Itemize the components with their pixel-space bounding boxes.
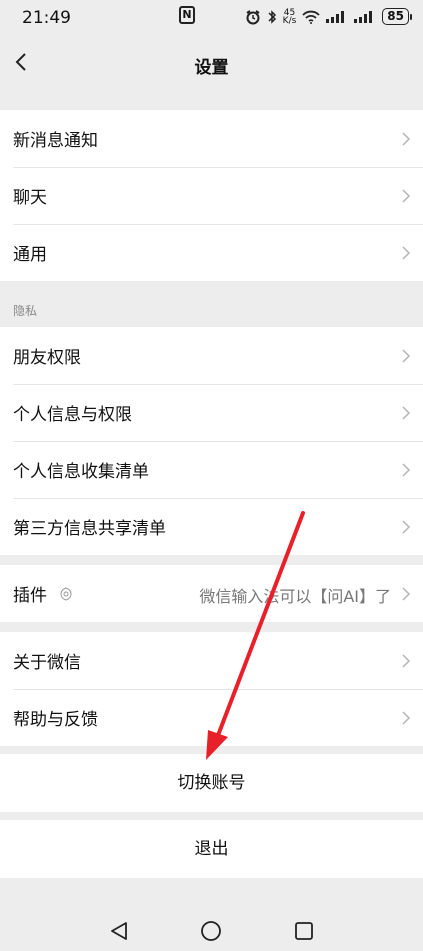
settings-item-about-wechat[interactable]: 关于微信 (0, 632, 423, 689)
chevron-right-icon (402, 463, 411, 477)
chevron-right-icon (402, 654, 411, 668)
chevron-right-icon (402, 189, 411, 203)
signal-icon (326, 10, 345, 23)
battery-icon: 85 (382, 8, 412, 25)
back-triangle-icon[interactable] (108, 920, 130, 942)
plugin-icon (60, 586, 72, 601)
logout-button[interactable]: 退出 (0, 820, 423, 878)
settings-item-label: 通用 (13, 245, 47, 265)
settings-item-general[interactable]: 通用 (0, 224, 423, 281)
recents-square-icon[interactable] (293, 920, 315, 942)
bluetooth-icon (268, 9, 276, 24)
settings-item-label: 朋友权限 (13, 348, 81, 368)
nav-bar: 设置 (0, 36, 423, 92)
page-title: 设置 (194, 58, 229, 78)
wifi-icon (302, 10, 320, 24)
net-speed: 45 K/s (282, 7, 297, 26)
system-nav-bar (0, 900, 423, 951)
settings-item-third-party-sharing[interactable]: 第三方信息共享清单 (0, 498, 423, 555)
settings-item-friends-permission[interactable]: 朋友权限 (0, 327, 423, 384)
settings-item-label: 聊天 (13, 188, 47, 208)
settings-item-personal-info-permission[interactable]: 个人信息与权限 (0, 384, 423, 441)
settings-item-notifications[interactable]: 新消息通知 (0, 110, 423, 167)
nfc-icon: N (179, 6, 195, 24)
settings-item-label: 第三方信息共享清单 (13, 519, 166, 539)
settings-item-label: 关于微信 (13, 653, 81, 673)
plugins-promo-text: 微信输入法可以【问AI】了 (199, 587, 391, 606)
settings-item-personal-info-collection[interactable]: 个人信息收集清单 (0, 441, 423, 498)
settings-item-help-feedback[interactable]: 帮助与反馈 (0, 689, 423, 746)
chevron-right-icon (402, 406, 411, 420)
chevron-right-icon (402, 520, 411, 534)
chevron-right-icon (402, 587, 411, 601)
switch-account-button[interactable]: 切换账号 (0, 754, 423, 812)
chevron-right-icon (402, 132, 411, 146)
settings-item-plugins[interactable]: 插件 微信输入法可以【问AI】了 (0, 565, 423, 622)
section-label-privacy: 隐私 (13, 304, 38, 318)
status-icons: 45 K/s 85 (245, 7, 412, 26)
chevron-right-icon (402, 246, 411, 260)
chevron-right-icon (402, 349, 411, 363)
home-circle-icon[interactable] (200, 920, 222, 942)
settings-group-plugins: 插件 微信输入法可以【问AI】了 (0, 565, 423, 622)
status-time: 21:49 (22, 8, 71, 28)
signal-icon-2 (354, 10, 373, 23)
alarm-icon (246, 9, 260, 24)
settings-item-label: 个人信息收集清单 (13, 462, 149, 482)
settings-item-label: 插件 (13, 586, 47, 606)
status-bar: 21:49 N 45 K/s 85 (0, 0, 423, 36)
settings-item-label: 新消息通知 (13, 131, 98, 151)
settings-item-label: 帮助与反馈 (13, 710, 98, 730)
settings-group-privacy: 朋友权限 个人信息与权限 个人信息收集清单 第三方信息共享清单 (0, 327, 423, 555)
settings-item-label: 个人信息与权限 (13, 405, 132, 425)
settings-item-chat[interactable]: 聊天 (0, 167, 423, 224)
settings-group-general: 新消息通知 聊天 通用 (0, 110, 423, 281)
chevron-right-icon (402, 711, 411, 725)
settings-group-about: 关于微信 帮助与反馈 (0, 632, 423, 746)
